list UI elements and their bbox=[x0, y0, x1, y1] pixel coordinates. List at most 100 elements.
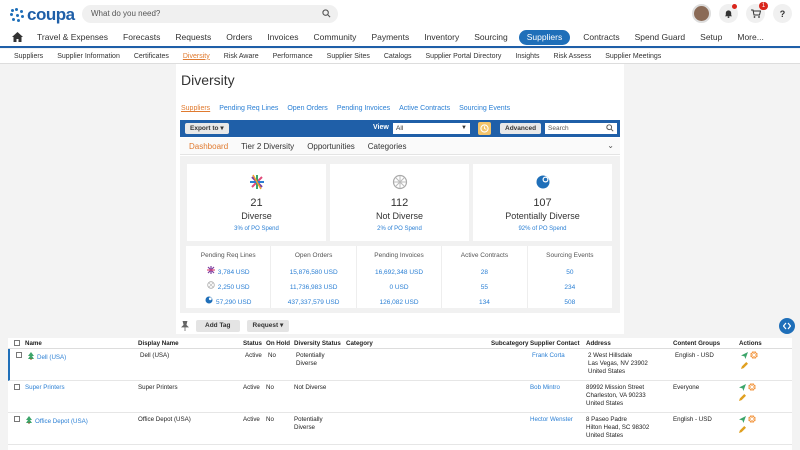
subnav-item-insights[interactable]: Insights bbox=[515, 53, 539, 60]
table-row[interactable]: Office Depot (USA) Office Depot (USA) Acti… bbox=[8, 413, 792, 445]
help-button[interactable]: ? bbox=[773, 4, 792, 23]
send-icon[interactable] bbox=[741, 352, 748, 359]
supplier-name-link[interactable]: Dell (USA) bbox=[27, 352, 66, 362]
request-button[interactable]: Request ▾ bbox=[246, 320, 290, 332]
cart-button[interactable]: 1 bbox=[746, 2, 768, 23]
potentially-diverse-spend-link[interactable]: 92% of PO Spend bbox=[473, 226, 612, 232]
supplier-name-link[interactable]: Super Printers bbox=[25, 384, 65, 392]
global-search-input[interactable]: What do you need? bbox=[82, 5, 338, 23]
list-search-input[interactable]: Search bbox=[545, 123, 617, 134]
col-subcategory[interactable]: Subcategory bbox=[491, 340, 528, 348]
chevron-down-icon[interactable]: ⌄ bbox=[607, 141, 614, 150]
subnav-item-supplier-information[interactable]: Supplier Information bbox=[57, 53, 120, 60]
tab-sourcing-events[interactable]: Sourcing Events bbox=[459, 105, 510, 112]
nav-item-spend-guard[interactable]: Spend Guard bbox=[635, 30, 686, 45]
subnav-item-suppliers[interactable]: Suppliers bbox=[14, 53, 43, 60]
col-content-groups[interactable]: Content Groups bbox=[673, 340, 720, 348]
nav-item-contracts[interactable]: Contracts bbox=[583, 30, 619, 45]
edit-icon[interactable] bbox=[739, 394, 746, 401]
table-row[interactable]: Dell (USA) Dell (USA) Active No English - US… bbox=[8, 349, 792, 381]
row-checkbox[interactable] bbox=[16, 352, 22, 358]
edit-icon[interactable] bbox=[739, 426, 746, 433]
metric-value[interactable]: 2,250 USD bbox=[186, 280, 270, 295]
metric-value[interactable]: 134 bbox=[442, 295, 526, 310]
tab-open-orders[interactable]: Open Orders bbox=[287, 105, 327, 112]
metric-value[interactable]: 57,290 USD bbox=[186, 295, 270, 310]
diverse-card[interactable]: 21 Diverse 3% of PO Spend bbox=[187, 164, 326, 241]
not-diverse-spend-link[interactable]: 2% of PO Spend bbox=[330, 226, 469, 232]
nav-item-orders[interactable]: Orders bbox=[226, 30, 252, 45]
diverse-spend-link[interactable]: 3% of PO Spend bbox=[187, 226, 326, 232]
col-name[interactable]: Name bbox=[25, 340, 42, 348]
tab-active-contracts[interactable]: Active Contracts bbox=[399, 105, 450, 112]
dash-tab-tier-2-diversity[interactable]: Tier 2 Diversity bbox=[241, 142, 294, 151]
metric-value[interactable]: 437,337,579 USD bbox=[271, 295, 355, 310]
notifications-button[interactable] bbox=[719, 4, 738, 23]
metric-value[interactable]: 15,876,580 USD bbox=[271, 265, 355, 280]
metric-value[interactable]: 11,736,983 USD bbox=[271, 280, 355, 295]
search-icon[interactable] bbox=[606, 124, 614, 132]
nav-item-forecasts[interactable]: Forecasts bbox=[123, 30, 160, 45]
col-diversity-status[interactable]: Diversity Status bbox=[294, 340, 341, 348]
export-to-button[interactable]: Export to ▾ bbox=[185, 123, 229, 134]
dash-tab-opportunities[interactable]: Opportunities bbox=[307, 142, 355, 151]
search-icon[interactable] bbox=[322, 9, 331, 18]
nav-item-more[interactable]: More... bbox=[737, 30, 763, 45]
nav-item-travel-expenses[interactable]: Travel & Expenses bbox=[37, 30, 108, 45]
tab-suppliers[interactable]: Suppliers bbox=[181, 105, 210, 112]
nav-item-community[interactable]: Community bbox=[313, 30, 356, 45]
view-select[interactable]: All ▼ bbox=[393, 123, 470, 134]
supplier-contact-link[interactable]: Bob Mintro bbox=[530, 384, 560, 392]
metric-value[interactable]: 0 USD bbox=[357, 280, 441, 295]
home-icon[interactable] bbox=[12, 32, 23, 42]
nav-item-suppliers[interactable]: Suppliers bbox=[518, 29, 571, 45]
col-address[interactable]: Address bbox=[586, 340, 611, 348]
metric-value[interactable]: 126,082 USD bbox=[357, 295, 441, 310]
subnav-item-performance[interactable]: Performance bbox=[273, 53, 313, 60]
tab-pending-invoices[interactable]: Pending Invoices bbox=[337, 105, 390, 112]
metric-value[interactable]: 3,784 USD bbox=[186, 265, 270, 280]
supplier-contact-link[interactable]: Hector Wenster bbox=[530, 416, 573, 424]
table-row[interactable]: Super Printers Super Printers Active No Ever… bbox=[8, 381, 792, 413]
subnav-item-risk-assess[interactable]: Risk Assess bbox=[554, 53, 592, 60]
subnav-item-certificates[interactable]: Certificates bbox=[134, 53, 169, 60]
nav-item-sourcing[interactable]: Sourcing bbox=[474, 30, 508, 45]
risk-icon[interactable] bbox=[750, 351, 758, 359]
nav-item-requests[interactable]: Requests bbox=[175, 30, 211, 45]
send-icon[interactable] bbox=[739, 416, 746, 423]
subnav-item-risk-aware[interactable]: Risk Aware bbox=[224, 53, 259, 60]
subnav-item-supplier-sites[interactable]: Supplier Sites bbox=[327, 53, 370, 60]
subnav-item-diversity[interactable]: Diversity bbox=[183, 53, 210, 60]
metric-value[interactable]: 50 bbox=[528, 265, 612, 280]
subnav-item-catalogs[interactable]: Catalogs bbox=[384, 53, 412, 60]
potentially-diverse-card[interactable]: 107 Potentially Diverse 92% of PO Spend bbox=[473, 164, 612, 241]
risk-icon[interactable] bbox=[748, 383, 756, 391]
subnav-item-supplier-portal-directory[interactable]: Supplier Portal Directory bbox=[426, 53, 502, 60]
metric-value[interactable]: 55 bbox=[442, 280, 526, 295]
metric-value[interactable]: 234 bbox=[528, 280, 612, 295]
col-supplier-contact[interactable]: Supplier Contact bbox=[530, 340, 580, 348]
tab-pending-req-lines[interactable]: Pending Req Lines bbox=[219, 105, 278, 112]
edit-icon[interactable] bbox=[741, 362, 748, 369]
advanced-search-button[interactable]: Advanced bbox=[500, 123, 542, 134]
row-checkbox[interactable] bbox=[14, 416, 20, 422]
dash-tab-dashboard[interactable]: Dashboard bbox=[189, 142, 228, 151]
risk-icon[interactable] bbox=[748, 415, 756, 423]
supplier-contact-link[interactable]: Frank Corta bbox=[532, 352, 565, 360]
coupa-logo[interactable]: coupa bbox=[10, 5, 75, 25]
nav-item-inventory[interactable]: Inventory bbox=[424, 30, 459, 45]
col-status[interactable]: Status bbox=[243, 340, 262, 348]
recent-views-button[interactable] bbox=[478, 122, 491, 135]
subnav-item-supplier-meetings[interactable]: Supplier Meetings bbox=[605, 53, 661, 60]
collapse-panel-button[interactable] bbox=[779, 318, 795, 334]
dash-tab-categories[interactable]: Categories bbox=[368, 142, 407, 151]
pin-icon[interactable] bbox=[181, 321, 189, 331]
user-avatar[interactable] bbox=[692, 4, 711, 23]
select-all-checkbox[interactable] bbox=[14, 340, 20, 346]
metric-value[interactable]: 16,692,348 USD bbox=[357, 265, 441, 280]
nav-item-payments[interactable]: Payments bbox=[371, 30, 409, 45]
supplier-name-link[interactable]: Office Depot (USA) bbox=[25, 416, 88, 426]
add-tag-button[interactable]: Add Tag bbox=[196, 320, 240, 332]
col-display-name[interactable]: Display Name bbox=[138, 340, 179, 348]
nav-item-setup[interactable]: Setup bbox=[700, 30, 722, 45]
